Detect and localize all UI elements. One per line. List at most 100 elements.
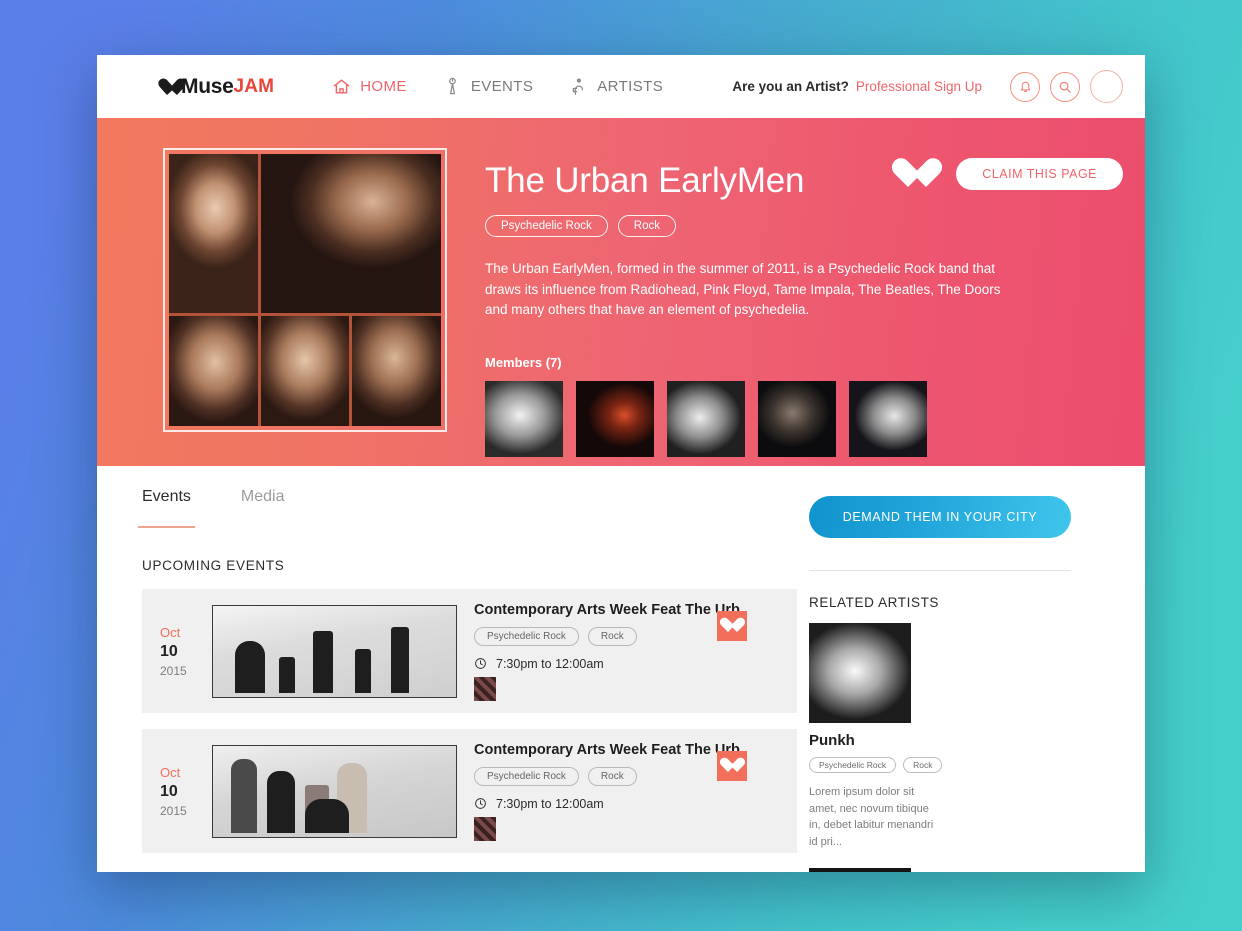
brand-name-secondary: JAM xyxy=(233,75,275,97)
content-tabs: Events Media xyxy=(138,488,797,528)
top-navigation-bar: Muse JAM HOME EVENTS ARTISTS Are you an … xyxy=(97,55,1145,118)
collage-photo xyxy=(169,316,258,426)
event-year: 2015 xyxy=(160,803,187,818)
genre-tags: Psychedelic Rock Rock xyxy=(485,215,1123,237)
claim-this-page-button[interactable]: CLAIM THIS PAGE xyxy=(956,158,1123,190)
member-thumbnail[interactable] xyxy=(485,380,563,457)
artists-icon xyxy=(569,77,588,96)
event-image xyxy=(212,744,457,838)
event-time: 7:30pm to 12:00am xyxy=(496,656,604,671)
nav-label-home: HOME xyxy=(360,78,407,95)
event-time-row: 7:30pm to 12:00am xyxy=(474,657,797,671)
related-artist-description: Lorem ipsum dolor sit amet, nec novum ti… xyxy=(809,786,934,848)
nav-item-home[interactable]: HOME xyxy=(332,77,407,96)
event-thumbnail[interactable] xyxy=(474,676,496,701)
brand-logo[interactable]: Muse JAM xyxy=(163,74,274,100)
event-month: Oct xyxy=(160,764,181,780)
sidebar-divider xyxy=(809,570,1071,571)
main-nav-links: HOME EVENTS ARTISTS xyxy=(332,77,663,96)
related-artist-image[interactable] xyxy=(809,868,911,872)
content-area: Events Media UPCOMING EVENTS Oct 10 2015 xyxy=(97,466,1145,872)
brand-name-primary: Muse xyxy=(181,74,234,98)
related-artist-card[interactable]: Punkh Psychedelic Rock Rock Lorem ipsum … xyxy=(809,623,1097,850)
event-tag[interactable]: Rock xyxy=(587,626,637,646)
event-time-row: 7:30pm to 12:00am xyxy=(474,797,797,811)
demand-in-your-city-button[interactable]: DEMAND THEM IN YOUR CITY xyxy=(809,496,1071,538)
collage-photo xyxy=(260,316,350,426)
event-time: 7:30pm to 12:00am xyxy=(496,796,604,811)
tab-events[interactable]: Events xyxy=(138,488,195,528)
members-label: Members (7) xyxy=(485,354,562,370)
artist-hero-banner: The Urban EarlyMen Psychedelic Rock Rock… xyxy=(97,118,1145,466)
related-artist-tags: Psychedelic Rock Rock xyxy=(809,757,1097,773)
artist-signup-cta: Are you an Artist? Professional Sign Up xyxy=(732,79,982,94)
related-artists-heading: RELATED ARTISTS xyxy=(809,595,940,610)
collage-photo xyxy=(260,154,441,314)
member-thumbnail[interactable] xyxy=(758,380,836,457)
bell-icon xyxy=(1019,80,1032,93)
heart-icon xyxy=(163,79,182,96)
event-day: 10 xyxy=(160,642,178,660)
event-date: Oct 10 2015 xyxy=(160,765,210,818)
professional-signup-link[interactable]: Professional Sign Up xyxy=(856,79,982,94)
event-details: Contemporary Arts Week Feat The Urb Psyc… xyxy=(474,602,797,701)
event-tag[interactable]: Psychedelic Rock xyxy=(474,766,579,786)
search-icon xyxy=(1058,80,1072,94)
event-title: Contemporary Arts Week Feat The Urb xyxy=(474,601,740,618)
genre-tag[interactable]: Psychedelic Rock xyxy=(485,215,608,237)
nav-label-artists: ARTISTS xyxy=(597,78,664,95)
event-favorite-button[interactable] xyxy=(717,611,747,641)
event-thumbnail[interactable] xyxy=(474,816,496,841)
event-tags: Psychedelic Rock Rock xyxy=(474,626,797,646)
event-date: Oct 10 2015 xyxy=(160,625,210,678)
collage-photo xyxy=(169,154,258,314)
members-thumbnail-row xyxy=(485,380,1123,457)
member-thumbnail[interactable] xyxy=(576,380,654,457)
search-button[interactable] xyxy=(1050,71,1080,102)
account-avatar[interactable] xyxy=(1090,70,1123,103)
sidebar: DEMAND THEM IN YOUR CITY RELATED ARTISTS… xyxy=(797,466,1097,872)
nav-label-events: EVENTS xyxy=(470,78,534,95)
related-artist-name: Punkh xyxy=(809,732,855,749)
member-thumbnail[interactable] xyxy=(667,380,745,457)
nav-item-artists[interactable]: ARTISTS xyxy=(569,77,663,96)
event-title: Contemporary Arts Week Feat The Urb xyxy=(474,741,740,758)
clock-icon xyxy=(474,657,487,670)
artist-info: The Urban EarlyMen Psychedelic Rock Rock… xyxy=(485,148,1145,466)
event-tags: Psychedelic Rock Rock xyxy=(474,766,797,786)
event-year: 2015 xyxy=(160,663,187,678)
microphone-icon xyxy=(443,77,462,96)
heart-icon xyxy=(724,618,741,634)
related-artist-card[interactable] xyxy=(809,868,1097,872)
upcoming-events-heading: UPCOMING EVENTS xyxy=(142,558,285,573)
member-thumbnail[interactable] xyxy=(849,380,927,457)
genre-tag[interactable]: Rock xyxy=(617,215,676,237)
clock-icon xyxy=(474,797,487,810)
band-photo-collage xyxy=(169,154,441,426)
tab-media[interactable]: Media xyxy=(241,488,285,520)
heart-icon xyxy=(724,758,741,774)
home-icon xyxy=(332,77,351,96)
nav-item-events[interactable]: EVENTS xyxy=(443,77,533,96)
event-favorite-button[interactable] xyxy=(717,751,747,781)
band-photo-frame xyxy=(163,148,447,432)
nav-action-buttons xyxy=(1010,70,1123,103)
related-artist-tag[interactable]: Rock xyxy=(903,757,943,773)
collage-photo xyxy=(352,316,441,426)
app-window: Muse JAM HOME EVENTS ARTISTS Are you an … xyxy=(97,55,1145,872)
event-month: Oct xyxy=(160,624,181,640)
hero-action-buttons: CLAIM THIS PAGE xyxy=(900,158,1123,190)
event-tag[interactable]: Rock xyxy=(587,766,637,786)
event-tag[interactable]: Psychedelic Rock xyxy=(474,626,579,646)
event-card[interactable]: Oct 10 2015 Contemporary Arts Week Feat … xyxy=(142,729,797,853)
favorite-heart-icon[interactable] xyxy=(900,159,934,190)
event-card[interactable]: Oct 10 2015 Contemporary Arts Week Feat … xyxy=(142,589,797,713)
event-day: 10 xyxy=(160,782,178,800)
event-image xyxy=(212,604,457,698)
notifications-button[interactable] xyxy=(1010,71,1040,102)
events-column: Events Media UPCOMING EVENTS Oct 10 2015 xyxy=(97,466,797,872)
related-artist-tag[interactable]: Psychedelic Rock xyxy=(809,757,897,773)
artist-description: The Urban EarlyMen, formed in the summer… xyxy=(485,261,1001,318)
event-details: Contemporary Arts Week Feat The Urb Psyc… xyxy=(474,742,797,841)
related-artist-image[interactable] xyxy=(809,623,911,723)
